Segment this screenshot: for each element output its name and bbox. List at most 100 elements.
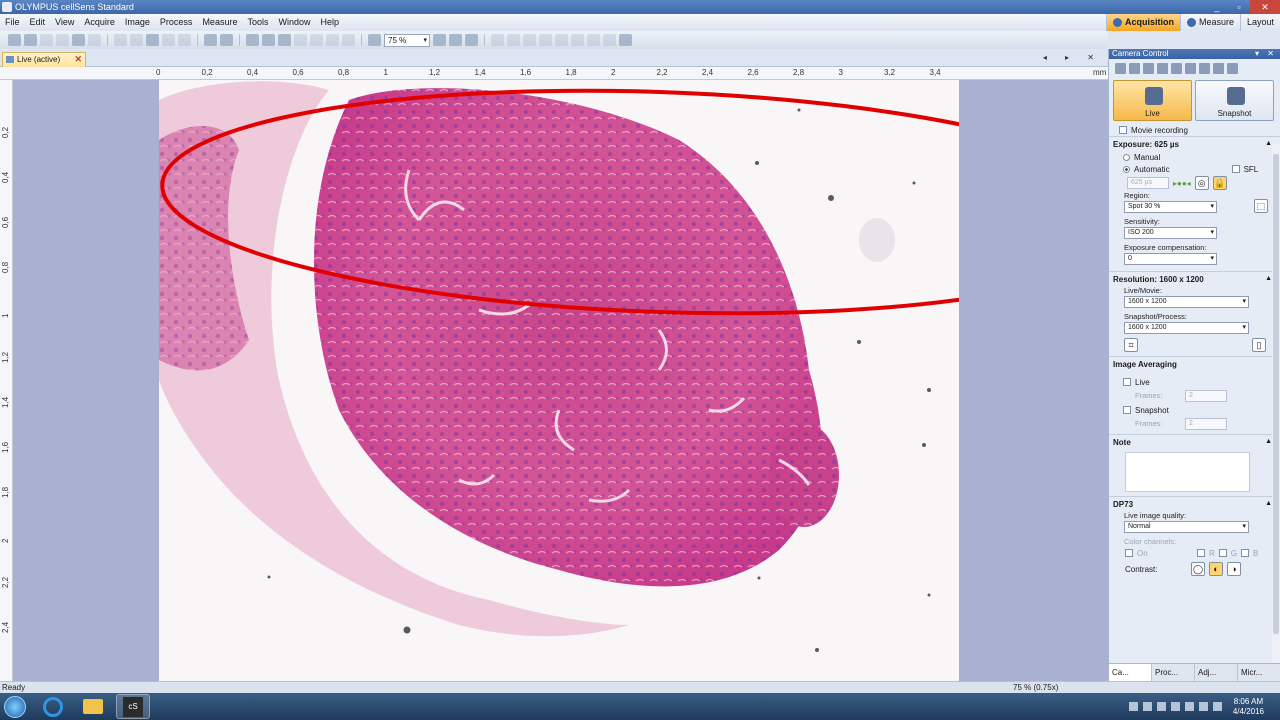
print-preview-icon[interactable]	[88, 34, 101, 46]
image-workspace[interactable]: 0 0,2 0,4 0,6 0,8 1 1,2 1,4 1,6 1,8 2 2,2 2,4 2,6 2,8 3…	[0, 67, 1108, 681]
collapse-icon[interactable]: ▲	[1265, 500, 1272, 507]
taskbar-internet-explorer[interactable]	[36, 694, 70, 719]
media-icon[interactable]	[1128, 702, 1138, 711]
panel-scrollbar[interactable]	[1272, 144, 1280, 664]
open-icon[interactable]	[24, 34, 37, 46]
z-stack-icon[interactable]	[603, 34, 616, 46]
redo-icon[interactable]	[178, 34, 191, 46]
measure-tool-icon[interactable]	[310, 34, 323, 46]
averaging-live-checkbox[interactable]	[1123, 378, 1131, 386]
lock-exposure-icon[interactable]: 🔒	[1212, 176, 1227, 190]
paste-icon[interactable]	[146, 34, 159, 46]
averaging-live-row[interactable]: Live	[1113, 376, 1276, 388]
dp73-title[interactable]: DP73 ▲	[1113, 500, 1276, 511]
black-balance-icon[interactable]	[1199, 62, 1210, 74]
crop-icon[interactable]: ⌗	[1124, 338, 1138, 352]
menu-tools[interactable]: Tools	[242, 14, 273, 30]
layout-icon[interactable]	[491, 34, 504, 46]
movie-recording-row[interactable]: Movie recording	[1109, 124, 1280, 136]
binning-icon[interactable]: ▯	[1252, 338, 1266, 352]
exposure-manual-row[interactable]: Manual	[1113, 151, 1276, 163]
taskbar-cellsens[interactable]: cS	[116, 694, 150, 719]
color-icon[interactable]	[1171, 62, 1182, 74]
contrast-high-icon[interactable]: ◑	[1227, 562, 1241, 576]
note-title[interactable]: Note ▲	[1113, 438, 1276, 449]
help-icon[interactable]	[220, 34, 233, 46]
green-checkbox[interactable]	[1218, 549, 1227, 557]
wand-icon[interactable]	[1129, 62, 1140, 74]
screenshot-icon[interactable]	[619, 34, 632, 46]
zoom-status[interactable]: 75 % (0.75x)	[1013, 682, 1058, 693]
undo-icon[interactable]	[162, 34, 175, 46]
zoom-in-icon[interactable]	[433, 34, 446, 46]
panel-header-buttons[interactable]: ▾ ✕	[1255, 49, 1277, 59]
fit-to-window-icon[interactable]	[449, 34, 462, 46]
tab-process[interactable]: Proc...	[1152, 664, 1195, 681]
document-nav[interactable]: ◂ ▸ ✕	[1043, 53, 1102, 62]
menu-acquire[interactable]: Acquire	[79, 14, 120, 30]
menu-edit[interactable]: Edit	[25, 14, 51, 30]
close-tab-icon[interactable]: ✕	[74, 53, 82, 66]
maximize-button[interactable]: ▫	[1228, 0, 1250, 14]
movie-recording-checkbox[interactable]	[1119, 126, 1127, 134]
volume-icon[interactable]	[1198, 702, 1208, 711]
flag-icon[interactable]	[1212, 702, 1222, 711]
tab-acquisition[interactable]: Acquisition	[1105, 14, 1180, 31]
sfl-checkbox[interactable]	[1231, 165, 1240, 173]
rectangle-select-icon[interactable]	[278, 34, 291, 46]
text-tool-icon[interactable]	[342, 34, 355, 46]
auto-exposure-icon[interactable]: ◎	[1194, 176, 1209, 190]
averaging-snapshot-row[interactable]: Snapshot	[1113, 404, 1276, 416]
grid-icon[interactable]	[555, 34, 568, 46]
select-icon[interactable]	[204, 34, 217, 46]
tab-camera[interactable]: Ca...	[1109, 664, 1152, 681]
manual-radio[interactable]	[1123, 153, 1130, 161]
taskbar-file-explorer[interactable]	[76, 694, 110, 719]
contrast-low-icon[interactable]: ◯	[1191, 562, 1205, 576]
region-select-icon[interactable]: ⬚	[1254, 199, 1268, 213]
stop-icon[interactable]	[1156, 702, 1166, 711]
sensitivity-select[interactable]: ISO 200	[1124, 227, 1217, 239]
tab-measure[interactable]: Measure	[1179, 14, 1240, 31]
record-icon[interactable]	[1143, 62, 1154, 74]
start-button[interactable]	[0, 693, 30, 720]
live-frames-input[interactable]: 2	[1185, 390, 1227, 402]
snapshot-frames-input[interactable]: 2	[1185, 418, 1227, 430]
overlay-icon[interactable]	[571, 34, 584, 46]
exposure-automatic-row[interactable]: Automatic SFL	[1113, 163, 1276, 175]
live-image-canvas[interactable]	[159, 80, 959, 681]
print-icon[interactable]	[72, 34, 85, 46]
pause-icon[interactable]	[1142, 702, 1152, 711]
averaging-snapshot-checkbox[interactable]	[1123, 406, 1131, 414]
tray-arrow-icon[interactable]	[1170, 702, 1180, 711]
tile-icon[interactable]	[507, 34, 520, 46]
camera-icon[interactable]	[8, 34, 21, 46]
blue-checkbox[interactable]	[1241, 549, 1250, 557]
menu-measure[interactable]: Measure	[197, 14, 242, 30]
zoom-icon[interactable]	[368, 34, 381, 46]
menu-process[interactable]: Process	[155, 14, 198, 30]
contrast-normal-icon[interactable]: ◐	[1209, 562, 1223, 576]
network-icon[interactable]	[1184, 702, 1194, 711]
zoom-tool-icon[interactable]	[262, 34, 275, 46]
exposure-slider-icon[interactable]: ▸●●◂	[1173, 179, 1191, 188]
shading-icon[interactable]	[1213, 62, 1224, 74]
automatic-radio[interactable]	[1123, 165, 1130, 173]
properties-icon[interactable]	[1227, 62, 1238, 74]
menu-image[interactable]: Image	[120, 14, 155, 30]
tab-microscope[interactable]: Micr...	[1238, 664, 1280, 681]
pan-icon[interactable]	[246, 34, 259, 46]
tab-live-active[interactable]: Live (active) ✕	[2, 52, 86, 67]
save-as-icon[interactable]	[56, 34, 69, 46]
white-balance-icon[interactable]	[1185, 62, 1196, 74]
zoom-select[interactable]: 75 %	[384, 33, 430, 47]
color-on-checkbox[interactable]	[1125, 549, 1133, 557]
menu-view[interactable]: View	[50, 14, 79, 30]
menu-help[interactable]: Help	[315, 14, 344, 30]
original-size-icon[interactable]	[465, 34, 478, 46]
collapse-icon[interactable]: ▲	[1265, 275, 1272, 282]
live-button[interactable]: Live	[1113, 80, 1192, 121]
live-image-quality-select[interactable]: Normal	[1124, 521, 1249, 533]
tab-layout[interactable]: Layout	[1239, 14, 1280, 31]
menu-window[interactable]: Window	[273, 14, 315, 30]
